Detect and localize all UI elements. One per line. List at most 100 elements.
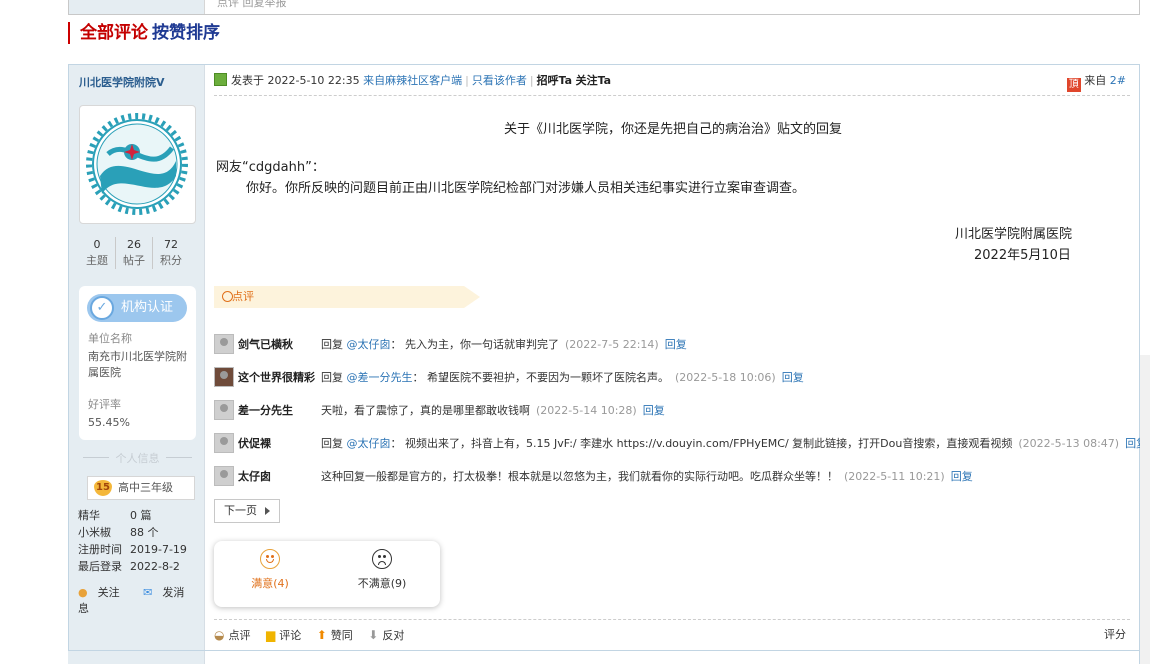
comment-user[interactable]: 剑气已横秋 (238, 336, 321, 352)
comment-body: 天啦，看了震惊了，真的是哪里都敢收钱啊 (321, 404, 530, 417)
info-registered: 注册时间 2019-7-19 (78, 541, 187, 558)
reply-prefix: 回复 (321, 338, 347, 351)
info-pepper: 小米椒 88 个 (78, 524, 159, 541)
reply-prefix: 回复 (321, 437, 347, 450)
mention-link[interactable]: @太仔囱 (347, 338, 391, 351)
comment-user[interactable]: 太仔囱 (238, 468, 321, 484)
user-level[interactable]: 15 高中三年级 (87, 476, 195, 500)
comment-section-tag: 点评 (214, 286, 480, 308)
review-action-label: 评论 (279, 629, 302, 642)
stat-value: 72 (164, 238, 178, 251)
follow-author-button[interactable]: ● 关注 (78, 586, 130, 599)
floor-number[interactable]: 2# (1110, 74, 1126, 87)
verified-icon: V (156, 76, 165, 89)
next-page-label: 下一页 (224, 504, 257, 517)
level-title: 高中三年级 (118, 481, 173, 494)
mention-link[interactable]: @太仔囱 (347, 437, 391, 450)
stat-posts[interactable]: 26 帖子 (116, 237, 153, 269)
unsatisfied-label: 不满意(9) (357, 577, 407, 590)
greeting-line: 网友“cdgdahh”： (216, 160, 325, 175)
separator: | (529, 74, 534, 87)
stat-points[interactable]: 72 积分 (153, 237, 189, 269)
comment-body: ： 先入为主，你一句话就审判完了 (390, 338, 560, 351)
institution-certified-badge: ✓ 机构认证 (87, 294, 187, 322)
comment-reply-link[interactable]: 回复 (951, 468, 973, 484)
like-action-label: 赞同 (330, 629, 353, 642)
comment-time: (2022-5-18 10:06) (675, 370, 776, 384)
post-main: 发表于 2022-5-10 22:35 来自麻辣社区客户端 | 只看该作者 | 招呼Ta… (206, 65, 1147, 664)
user-avatar[interactable] (214, 466, 234, 486)
comment-reply-link[interactable]: 回复 (665, 336, 687, 352)
satisfaction-vote: 满意(4) 不满意(9) (214, 541, 440, 607)
online-status-icon (214, 73, 227, 86)
user-avatar[interactable] (214, 334, 234, 354)
comment-time: (2022-7-5 22:14) (565, 337, 659, 351)
info-value: 2019-7-19 (130, 543, 187, 556)
author-name-text[interactable]: 川北医学院附院 (79, 76, 156, 89)
previous-post-sidebar (69, 0, 205, 14)
comment-user[interactable]: 这个世界很精彩 (238, 369, 321, 385)
review-action[interactable]: ▆ 评论 (266, 628, 302, 642)
author-avatar[interactable] (79, 105, 196, 224)
comment-item: 太仔囱 这种回复一般都是官方的，打太极拳！根本就是以忽悠为主，我们就看你的实际行… (214, 465, 973, 487)
oppose-action[interactable]: ⬇ 反对 (368, 628, 405, 642)
rate-action[interactable]: 评分 (1104, 620, 1126, 650)
all-comments-tab[interactable]: 全部评论 (80, 23, 148, 43)
unsatisfied-button[interactable]: 不满意(9) (332, 549, 432, 591)
comment-text: 天啦，看了震惊了，真的是哪里都敢收钱啊 (321, 402, 530, 418)
info-key: 最后登录 (78, 560, 122, 573)
next-page-button[interactable]: 下一页 (214, 499, 280, 523)
stat-label: 主题 (86, 254, 108, 267)
only-author-link[interactable]: 只看该作者 (472, 74, 527, 87)
comment-user[interactable]: 伏促裸 (238, 435, 321, 451)
user-avatar[interactable] (214, 367, 234, 387)
follow-label: 关注 (97, 586, 120, 599)
author-name[interactable]: 川北医学院附院V (79, 74, 165, 90)
envelope-icon: ✉ (143, 586, 153, 599)
comment-action[interactable]: ◒ 点评 (214, 628, 251, 642)
sort-by-like-tab[interactable]: 按赞排序 (152, 23, 220, 43)
comment-text: 回复 @差一分先生： 希望医院不要袒护，不要因为一颗坏了医院名声。 (321, 369, 669, 385)
previous-post-actions[interactable]: 点评 回复举报 (217, 0, 287, 10)
author-sidebar: 川北医学院附院V 0 主题 26 帖子 72 积分 ✓ 机构认证 单位名称 南充… (69, 65, 205, 664)
info-value: 0 篇 (130, 509, 152, 522)
user-avatar[interactable] (214, 400, 234, 420)
client-link[interactable]: 来自麻辣社区客户端 (363, 74, 462, 87)
follow-ta-link[interactable]: 关注Ta (576, 74, 612, 87)
rating-value: 55.45% (88, 416, 130, 429)
post-body: 你好。你所反映的问题目前正由川北医学院纪检部门对涉嫌人员相关违纪事实进行立案审查… (246, 181, 806, 196)
cert-badge-label: 机构认证 (121, 300, 174, 315)
reply-title: 关于《川北医学院，你还是先把自己的病治治》贴文的回复 (503, 122, 842, 137)
comment-action-label: 点评 (228, 629, 251, 642)
comment-item: 伏促裸 回复 @太仔囱： 视频出来了，抖音上有，5.15 JvF:/ 李建水 h… (214, 432, 1147, 454)
circle-icon (222, 291, 233, 302)
comment-body: 这种回复一般都是官方的，打太极拳！根本就是以忽悠为主，我们就看你的实际行动吧。吃… (321, 470, 838, 483)
rating-key: 好评率 (88, 398, 121, 411)
floor-info: 頂 来自 2# (1066, 65, 1126, 96)
previous-post-strip: 点评 回复举报 (68, 0, 1140, 15)
comment-text: 回复 @太仔囱： 视频出来了，抖音上有，5.15 JvF:/ 李建水 https… (321, 435, 1012, 451)
info-value: 2022-8-2 (130, 560, 180, 573)
comment-reply-link[interactable]: 回复 (643, 402, 665, 418)
satisfied-button[interactable]: 满意(4) (220, 549, 320, 591)
greet-link[interactable]: 招呼Ta (537, 74, 573, 87)
comment-sort-header: 全部评论 按赞排序 (68, 22, 220, 44)
separator: | (465, 74, 469, 87)
user-avatar[interactable] (214, 433, 234, 453)
mention-link[interactable]: @差一分先生 (347, 371, 413, 384)
signature-date: 2022年5月10日 (974, 248, 1071, 263)
comment-reply-link[interactable]: 回复 (782, 369, 804, 385)
satisfied-label: 满意(4) (251, 577, 289, 590)
comment-body: ： 希望医院不要袒护，不要因为一颗坏了医院名声。 (412, 371, 670, 384)
hospital-logo-icon (86, 113, 188, 215)
scrollbar-track[interactable] (1140, 355, 1150, 664)
stat-label: 帖子 (123, 254, 145, 267)
next-post-sidebar (68, 651, 204, 664)
comment-user[interactable]: 差一分先生 (238, 402, 321, 418)
stat-value: 0 (93, 238, 101, 251)
oppose-action-label: 反对 (382, 629, 405, 642)
chevron-right-icon (265, 507, 270, 515)
like-action[interactable]: ⬆ 赞同 (317, 628, 353, 642)
stat-threads[interactable]: 0 主题 (79, 237, 116, 269)
reply-prefix: 回复 (321, 371, 347, 384)
